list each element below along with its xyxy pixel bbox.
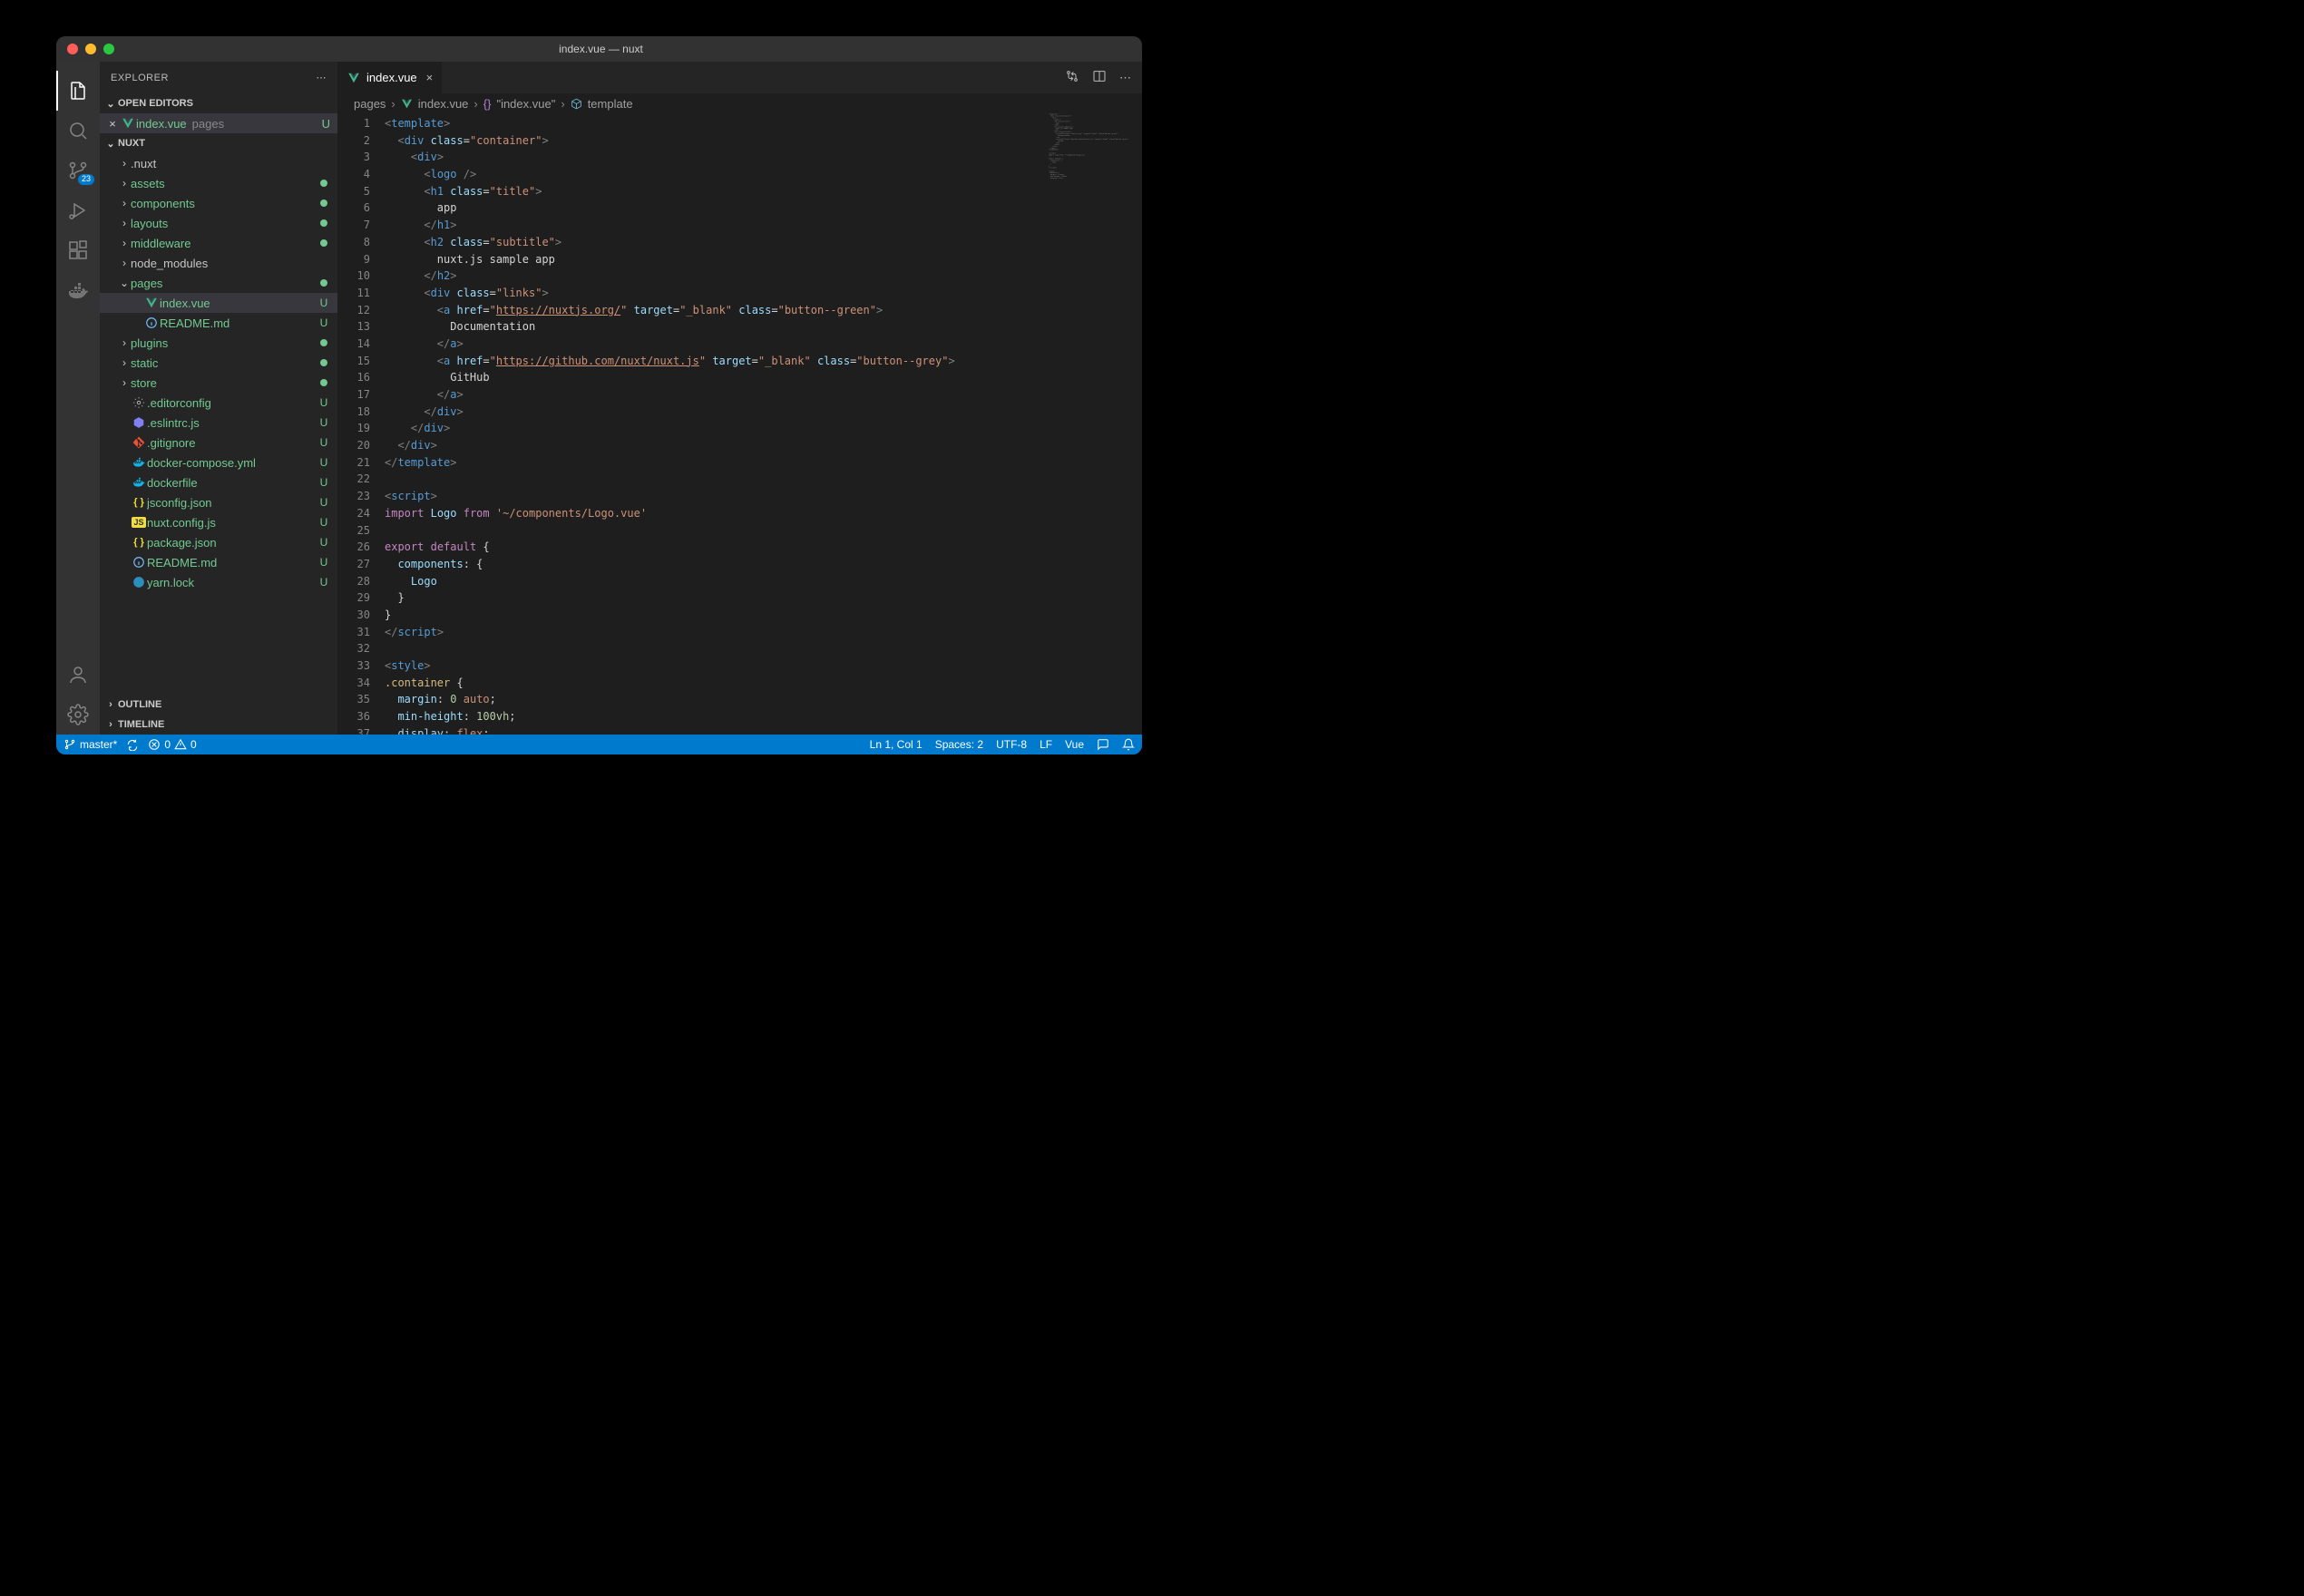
more-actions-icon[interactable]: ⋯ xyxy=(1119,71,1131,85)
breadcrumb-item[interactable]: index.vue xyxy=(418,97,469,111)
breadcrumb-item[interactable]: "index.vue" xyxy=(496,97,555,111)
tab-index-vue[interactable]: index.vue × xyxy=(337,62,443,93)
status-feedback-icon[interactable] xyxy=(1097,738,1109,751)
open-editors-header[interactable]: ⌄OPEN EDITORS xyxy=(100,93,337,113)
source-control-badge: 23 xyxy=(78,174,94,185)
file-item[interactable]: ›README.mdU xyxy=(100,313,337,333)
activity-explorer-icon[interactable] xyxy=(56,71,100,111)
status-language-mode[interactable]: Vue xyxy=(1065,738,1084,751)
info-icon xyxy=(131,556,147,569)
timeline-header[interactable]: ›TIMELINE xyxy=(100,715,337,735)
folder-item[interactable]: ›node_modules xyxy=(100,253,337,273)
breadcrumb-item[interactable]: template xyxy=(588,97,633,111)
file-item[interactable]: ›{ }package.jsonU xyxy=(100,532,337,552)
folder-item[interactable]: ⌄pages xyxy=(100,273,337,293)
yarn-icon xyxy=(131,576,147,589)
docker-icon xyxy=(131,456,147,469)
window-title: index.vue — nuxt xyxy=(60,43,1142,55)
close-editor-icon[interactable]: × xyxy=(105,117,120,131)
vue-icon xyxy=(347,72,361,84)
file-item[interactable]: ›index.vueU xyxy=(100,293,337,313)
cube-icon xyxy=(571,98,582,110)
docker-icon xyxy=(131,476,147,489)
activity-bar: 23 xyxy=(56,62,100,735)
file-item[interactable]: ›docker-compose.ymlU xyxy=(100,453,337,472)
vscode-window: index.vue — nuxt 23 xyxy=(56,36,1142,754)
file-item[interactable]: ›yarn.lockU xyxy=(100,572,337,592)
js-icon: JS xyxy=(131,517,147,528)
json-icon: { } xyxy=(131,537,147,548)
gear-icon xyxy=(131,396,147,409)
status-eol[interactable]: LF xyxy=(1040,738,1052,751)
folder-item[interactable]: ›layouts xyxy=(100,213,337,233)
vue-icon xyxy=(120,117,136,130)
file-item[interactable]: ›.editorconfigU xyxy=(100,393,337,413)
activity-settings-icon[interactable] xyxy=(56,695,100,735)
file-item[interactable]: ›{ }jsconfig.jsonU xyxy=(100,492,337,512)
file-item[interactable]: ›JSnuxt.config.jsU xyxy=(100,512,337,532)
vue-icon xyxy=(401,98,413,110)
eslint-icon xyxy=(131,416,147,429)
status-notifications-icon[interactable] xyxy=(1122,738,1135,751)
file-item[interactable]: ›dockerfileU xyxy=(100,472,337,492)
editor-body[interactable]: 1234567891011121314151617181920212223242… xyxy=(337,113,1142,735)
file-item[interactable]: ›.gitignoreU xyxy=(100,433,337,453)
activity-source-control-icon[interactable]: 23 xyxy=(56,151,100,190)
code-content[interactable]: <template> <div class="container"> <div>… xyxy=(385,113,1142,735)
status-cursor-position[interactable]: Ln 1, Col 1 xyxy=(870,738,923,751)
activity-search-icon[interactable] xyxy=(56,111,100,151)
file-tree: ›.nuxt›assets›components›layouts›middlew… xyxy=(100,153,337,592)
activity-extensions-icon[interactable] xyxy=(56,230,100,270)
folder-item[interactable]: ›assets xyxy=(100,173,337,193)
vue-icon xyxy=(143,297,160,309)
breadcrumb-item[interactable]: pages xyxy=(354,97,386,111)
file-item[interactable]: ›README.mdU xyxy=(100,552,337,572)
sidebar-title: EXPLORER xyxy=(111,73,169,83)
activity-docker-icon[interactable] xyxy=(56,270,100,310)
tab-bar: index.vue × ⋯ xyxy=(337,62,1142,93)
folder-item[interactable]: ›store xyxy=(100,373,337,393)
status-sync-icon[interactable] xyxy=(126,738,139,751)
open-editor-item[interactable]: × index.vue pages U xyxy=(100,113,337,133)
breadcrumbs[interactable]: pages › index.vue › {} "index.vue" › tem… xyxy=(337,93,1142,113)
status-problems[interactable]: 0 0 xyxy=(148,738,196,751)
activity-accounts-icon[interactable] xyxy=(56,655,100,695)
title-bar: index.vue — nuxt xyxy=(56,36,1142,62)
status-indentation[interactable]: Spaces: 2 xyxy=(935,738,983,751)
sidebar: EXPLORER ⋯ ⌄OPEN EDITORS × index.vue pag… xyxy=(100,62,337,735)
file-item[interactable]: ›.eslintrc.jsU xyxy=(100,413,337,433)
line-gutter: 1234567891011121314151617181920212223242… xyxy=(337,113,385,735)
minimap[interactable]: <template> <div class="container"> <div>… xyxy=(1048,113,1142,735)
split-editor-icon[interactable] xyxy=(1092,69,1107,86)
folder-item[interactable]: ›plugins xyxy=(100,333,337,353)
compare-changes-icon[interactable] xyxy=(1065,69,1079,86)
folder-item[interactable]: ›middleware xyxy=(100,233,337,253)
git-icon xyxy=(131,436,147,449)
braces-icon: {} xyxy=(483,97,492,111)
sidebar-header: EXPLORER ⋯ xyxy=(100,62,337,93)
project-header[interactable]: ⌄NUXT xyxy=(100,133,337,153)
info-icon xyxy=(143,316,160,329)
close-tab-icon[interactable]: × xyxy=(426,71,434,84)
status-bar: master* 0 0 Ln 1, Col 1 Spaces: 2 UTF-8 … xyxy=(56,735,1142,754)
outline-header[interactable]: ›OUTLINE xyxy=(100,695,337,715)
status-encoding[interactable]: UTF-8 xyxy=(996,738,1027,751)
folder-item[interactable]: ›.nuxt xyxy=(100,153,337,173)
json-icon: { } xyxy=(131,497,147,508)
sidebar-more-icon[interactable]: ⋯ xyxy=(317,72,327,83)
folder-item[interactable]: ›components xyxy=(100,193,337,213)
status-branch[interactable]: master* xyxy=(63,738,117,751)
folder-item[interactable]: ›static xyxy=(100,353,337,373)
editor-area: index.vue × ⋯ pages › xyxy=(337,62,1142,735)
activity-debug-icon[interactable] xyxy=(56,190,100,230)
